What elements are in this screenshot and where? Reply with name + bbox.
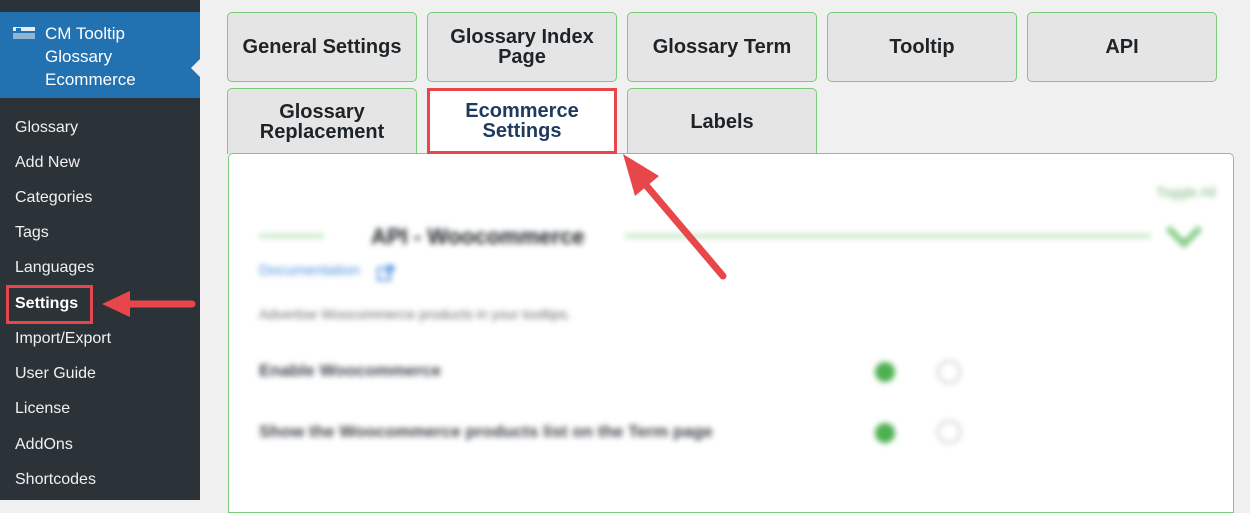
sidebar-item-settings[interactable]: Settings <box>15 294 78 314</box>
tab-labels[interactable]: Labels <box>627 88 817 154</box>
radio-show-list-on[interactable] <box>875 423 895 443</box>
section-divider-left <box>259 234 324 238</box>
chevron-down-icon[interactable] <box>1164 222 1204 250</box>
annotation-arrow-tab-icon <box>623 154 727 280</box>
section-title: API - Woocommerce <box>371 224 585 249</box>
tab-glossary-term[interactable]: Glossary Term <box>627 12 817 82</box>
tab-api[interactable]: API <box>1027 12 1217 82</box>
sidebar-item-license[interactable]: License <box>15 399 70 419</box>
option-label-show-products-list: Show the Woocommerce products list on th… <box>259 422 713 441</box>
radio-show-list-off[interactable] <box>937 420 961 444</box>
tab-glossary-index-page[interactable]: Glossary Index Page <box>427 12 617 82</box>
option-label-enable-woocommerce: Enable Woocommerce <box>259 361 442 380</box>
sidebar-top-strip <box>0 0 200 12</box>
external-link-icon[interactable] <box>377 264 395 282</box>
sidebar-item-tags[interactable]: Tags <box>15 223 49 243</box>
radio-enable-off[interactable] <box>937 360 961 384</box>
tab-glossary-replacement[interactable]: Glossary Replacement <box>227 88 417 154</box>
sidebar-item-shortcodes[interactable]: Shortcodes <box>15 470 96 490</box>
tab-ecommerce-settings[interactable]: Ecommerce Settings <box>427 88 617 154</box>
tab-general-settings[interactable]: General Settings <box>227 12 417 82</box>
annotation-arrow-settings-icon <box>102 291 196 317</box>
admin-sidebar: CM Tooltip Glossary Ecommerce Glossary A… <box>0 0 200 500</box>
toggle-all-link[interactable]: Toggle All <box>1156 184 1216 200</box>
section-description: Advertise Woocommerce products in your t… <box>259 306 571 322</box>
sidebar-item-add-new[interactable]: Add New <box>15 153 80 173</box>
documentation-link[interactable]: Documentation <box>259 262 360 279</box>
tab-tooltip[interactable]: Tooltip <box>827 12 1017 82</box>
sidebar-item-addons[interactable]: AddOns <box>15 435 73 455</box>
current-menu-arrow-icon <box>191 59 200 77</box>
plugin-title-line-3: Ecommerce <box>45 70 136 89</box>
sidebar-item-user-guide[interactable]: User Guide <box>15 364 96 384</box>
plugin-logo-icon <box>13 27 35 39</box>
radio-enable-on[interactable] <box>875 362 895 382</box>
sidebar-item-import-export[interactable]: Import/Export <box>15 329 111 349</box>
plugin-title-line-1: CM Tooltip <box>45 24 125 43</box>
sidebar-item-languages[interactable]: Languages <box>15 258 94 278</box>
sidebar-item-glossary[interactable]: Glossary <box>15 118 78 138</box>
plugin-title-line-2: Glossary <box>45 47 113 66</box>
sidebar-plugin-menu-header[interactable]: CM Tooltip Glossary Ecommerce <box>0 12 200 98</box>
sidebar-item-categories[interactable]: Categories <box>15 188 92 208</box>
